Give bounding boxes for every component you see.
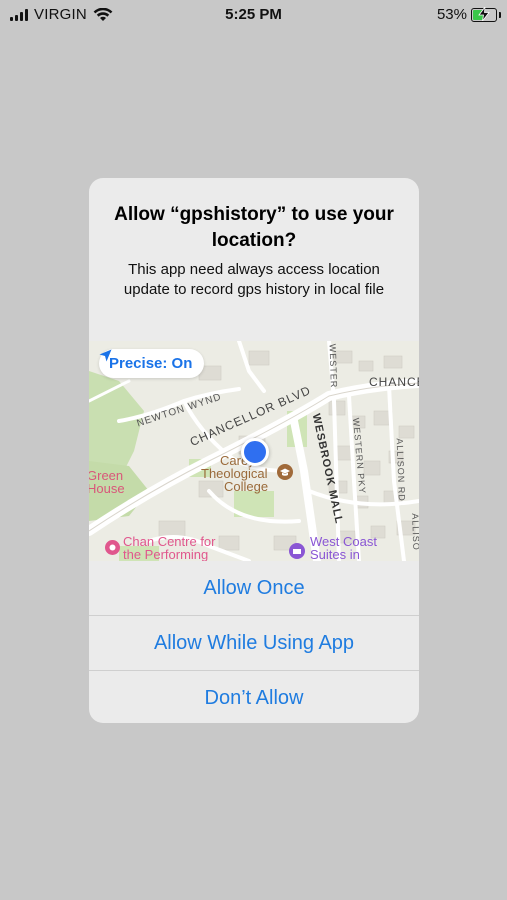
street-label-chancellor-right: CHANCE [369, 375, 419, 389]
current-location-marker [241, 438, 269, 466]
allow-once-button[interactable]: Allow Once [89, 561, 419, 615]
battery-percent: 53% [436, 6, 467, 23]
status-time: 5:25 PM [225, 6, 282, 23]
poi-green-house-line2: House [89, 481, 125, 496]
poi-theological-college-line3: College [224, 479, 269, 494]
poi-chan-centre-line2: the Performing [123, 547, 209, 561]
theater-icon [105, 540, 120, 555]
street-label-wester-top: WESTER [327, 343, 340, 389]
battery-icon [471, 6, 501, 22]
dont-allow-button[interactable]: Don’t Allow [89, 670, 419, 723]
status-bar: VIRGIN 5:25 PM 53% [0, 0, 507, 30]
precise-toggle[interactable]: Precise: On [99, 349, 205, 378]
charging-bolt-icon [478, 6, 490, 21]
alert-title: Allow “gpshistory” to use your location? [114, 204, 394, 251]
alert-message: This app need always access location upd… [123, 261, 385, 298]
status-right: 53% [436, 6, 501, 23]
street-label-allison-edge: ALLISO [410, 513, 419, 551]
battery-nub [499, 11, 501, 18]
location-arrow-icon [99, 349, 112, 362]
location-permission-alert: Allow “gpshistory” to use your location?… [89, 178, 419, 723]
alert-actions: Allow Once Allow While Using App Don’t A… [89, 561, 419, 723]
allow-while-using-button[interactable]: Allow While Using App [89, 615, 419, 670]
poi-west-coast-line2: Suites in [310, 547, 360, 561]
hotel-icon [289, 543, 305, 559]
precise-label: Precise: On [109, 355, 193, 372]
school-icon [277, 464, 293, 480]
